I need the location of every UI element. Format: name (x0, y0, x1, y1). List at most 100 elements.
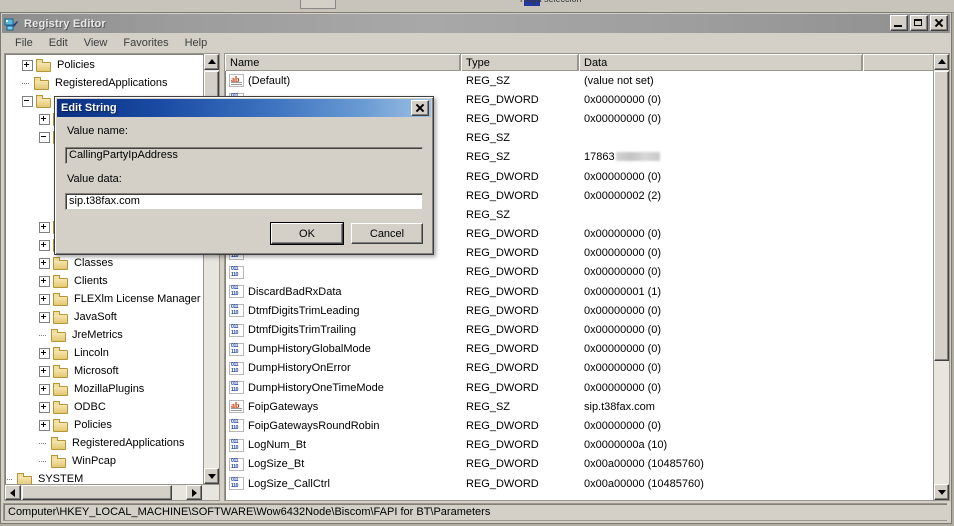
background-window-title: Haga seleccion (520, 0, 760, 8)
value-name-text: DiscardBadRxData (248, 285, 342, 298)
menu-item-file[interactable]: File (7, 35, 41, 51)
column-header-data[interactable]: Data (579, 54, 863, 71)
registry-editor-icon (4, 16, 20, 32)
tree-node[interactable]: Policies (5, 56, 203, 74)
table-row[interactable]: DumpHistoryOneTimeMode REG_DWORD 0x0000000… (225, 378, 935, 397)
tree-node[interactable]: Microsoft (5, 362, 203, 380)
expand-icon[interactable] (39, 347, 50, 359)
list-scroll-thumb[interactable] (934, 71, 949, 361)
cell-data: 0x00000000 (0) (579, 420, 935, 432)
table-row[interactable]: LogSize_Bt REG_DWORD 0x00a00000 (10485760) (225, 455, 935, 474)
tree-node[interactable]: RegisteredApplications (5, 434, 203, 452)
folder-icon (53, 400, 69, 414)
cell-name: FoipGateways (225, 400, 461, 414)
tree-node-label: Lincoln (74, 347, 109, 359)
tree-node[interactable]: RegisteredApplications (5, 74, 203, 92)
tree-scroll-left-button[interactable] (5, 485, 21, 500)
expand-icon[interactable] (39, 383, 50, 395)
cell-type: REG_DWORD (466, 343, 539, 356)
column-header-name[interactable]: Name (225, 54, 461, 71)
table-row[interactable]: DtmfDigitsTrimTrailing REG_DWORD 0x0000000… (225, 320, 935, 339)
expand-icon[interactable] (39, 239, 50, 251)
dword-value-icon (229, 457, 244, 471)
menu-item-help[interactable]: Help (177, 35, 216, 51)
tree-node[interactable]: Clients (5, 272, 203, 290)
list-scroll-up-button[interactable] (934, 54, 949, 70)
cell-type: REG_DWORD (466, 381, 539, 394)
tree-node[interactable]: Lincoln (5, 344, 203, 362)
table-row[interactable]: LogSize_FaxPortREG_DWORD0x00100000 (1048… (225, 493, 935, 496)
tree-node[interactable]: FLEXlm License Manager (5, 290, 203, 308)
expand-icon[interactable] (39, 221, 50, 233)
cell-data: 0x00a00000 (10485760) (579, 478, 935, 490)
tree-node[interactable]: Classes (5, 254, 203, 272)
close-icon[interactable] (930, 15, 948, 31)
edit-string-dialog: Edit String Value name: CallingPartyIpAd… (54, 96, 434, 255)
cell-type: REG_DWORD (466, 170, 539, 183)
cancel-button[interactable]: Cancel (351, 223, 423, 244)
value-data-text: sip.t38fax.com (584, 400, 655, 413)
value-data-text: 17863 (584, 151, 615, 164)
tree-node[interactable]: ODBC (5, 398, 203, 416)
tree-scroll-right-button[interactable] (186, 485, 202, 500)
list-vertical-scrollbar[interactable] (933, 54, 949, 500)
expand-icon[interactable] (39, 401, 50, 413)
tree-node[interactable]: MozillaPlugins (5, 380, 203, 398)
cell-data: 0x00000000 (0) (579, 362, 935, 374)
tree-connector (39, 331, 48, 340)
folder-icon (53, 256, 69, 270)
expand-icon[interactable] (39, 365, 50, 377)
table-row[interactable]: FoipGateways REG_SZ sip.t38fax.com (225, 397, 935, 416)
cell-type: REG_DWORD (466, 304, 539, 317)
tree-scroll-up-button[interactable] (204, 54, 219, 70)
tree-node[interactable]: JavaSoft (5, 308, 203, 326)
expand-icon[interactable] (39, 257, 50, 269)
dword-value-icon (229, 381, 244, 395)
menu-item-favorites[interactable]: Favorites (115, 35, 176, 51)
tree-node[interactable]: WinPcap (5, 452, 203, 470)
value-name-text: (Default) (248, 74, 291, 87)
expand-icon[interactable] (39, 113, 50, 125)
minimize-icon[interactable] (890, 15, 908, 31)
table-row[interactable]: REG_DWORD 0x00000000 (0) (225, 263, 935, 282)
dword-value-icon (229, 342, 244, 356)
expand-icon[interactable] (22, 59, 33, 71)
menu-item-view[interactable]: View (76, 35, 116, 51)
tree-scroll-down-button[interactable] (204, 468, 219, 484)
table-row[interactable]: DiscardBadRxData REG_DWORD 0x00000001 (1) (225, 282, 935, 301)
value-data-input[interactable]: sip.t38fax.com (65, 193, 423, 210)
menu-item-edit[interactable]: Edit (41, 35, 76, 51)
table-row[interactable]: (Default) REG_SZ (value not set) (225, 71, 935, 90)
tree-node[interactable]: Policies (5, 416, 203, 434)
table-row[interactable]: FoipGatewaysRoundRobin REG_DWORD 0x0000000… (225, 416, 935, 435)
table-row[interactable]: LogNum_Bt REG_DWORD 0x0000000a (10) (225, 436, 935, 455)
tree-scroll-thumb[interactable] (204, 71, 219, 99)
expand-icon[interactable] (39, 293, 50, 305)
cell-type: REG_SZ (466, 74, 511, 87)
table-row[interactable]: DumpHistoryOnError REG_DWORD 0x00000000 (0… (225, 359, 935, 378)
cell-data: 0x00000000 (0) (579, 171, 935, 183)
tree-node-label: JreMetrics (72, 329, 123, 341)
tree-horizontal-scrollbar[interactable] (5, 484, 219, 500)
dialog-titlebar: Edit String (57, 99, 431, 117)
cell-name: DiscardBadRxData (225, 285, 461, 299)
ok-button[interactable]: OK (270, 222, 344, 245)
dialog-close-icon[interactable] (411, 100, 429, 116)
tree-node[interactable]: JreMetrics (5, 326, 203, 344)
collapse-icon[interactable] (39, 131, 50, 143)
expand-icon[interactable] (39, 419, 50, 431)
list-scroll-down-button[interactable] (934, 484, 949, 500)
dialog-title: Edit String (61, 102, 117, 114)
tree-hscroll-thumb[interactable] (22, 485, 172, 500)
maximize-icon[interactable] (910, 15, 928, 31)
table-row[interactable]: DumpHistoryGlobalMode REG_DWORD 0x00000000… (225, 340, 935, 359)
folder-icon (53, 346, 69, 360)
expand-icon[interactable] (39, 311, 50, 323)
table-row[interactable]: LogSize_CallCtrl REG_DWORD 0x00a00000 (104… (225, 474, 935, 493)
collapse-icon[interactable] (22, 95, 33, 107)
table-row[interactable]: DtmfDigitsTrimLeading REG_DWORD 0x00000000… (225, 301, 935, 320)
column-header-type[interactable]: Type (461, 54, 579, 71)
cell-data: 0x00000001 (1) (579, 286, 935, 298)
expand-icon[interactable] (39, 275, 50, 287)
value-name-input[interactable]: CallingPartyIpAddress (65, 147, 423, 164)
